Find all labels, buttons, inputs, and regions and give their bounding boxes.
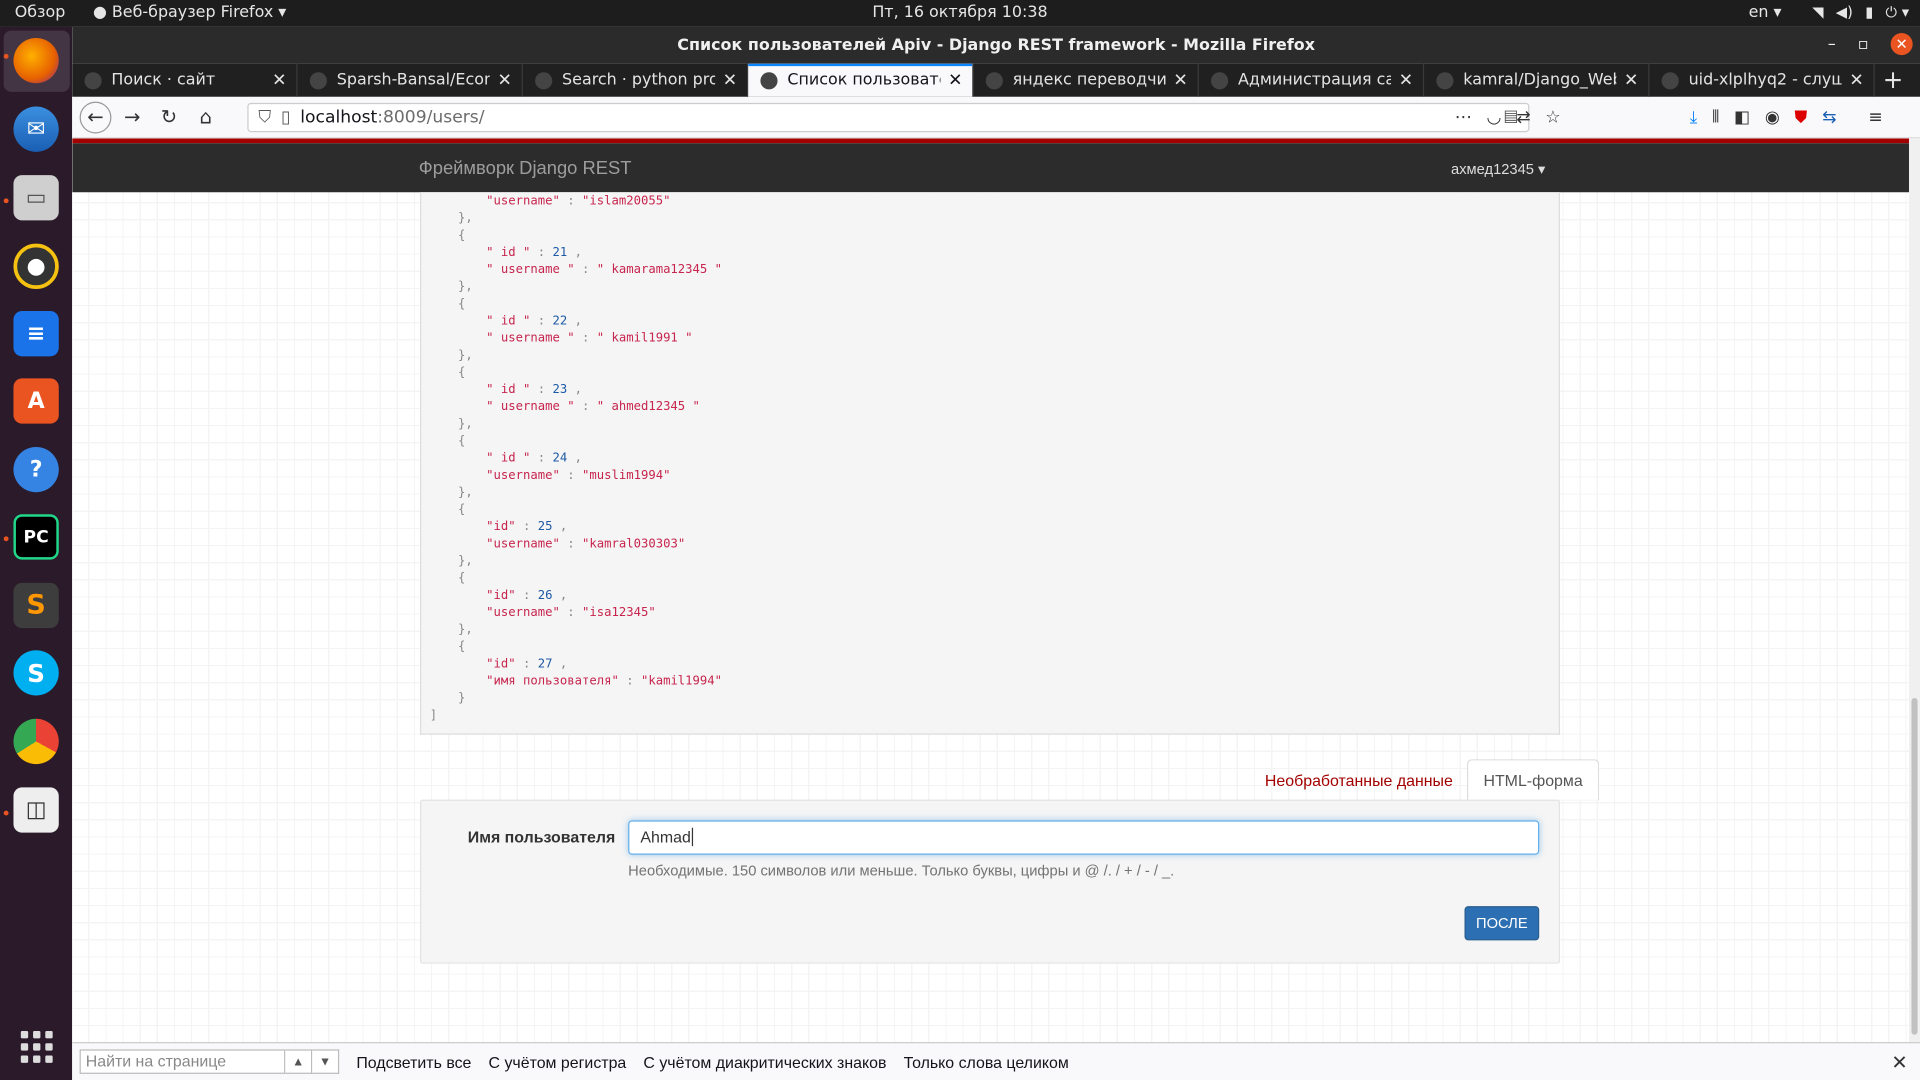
volume-icon: ◀) <box>1835 3 1853 21</box>
sidebar-icon[interactable]: ◧ <box>1734 108 1750 128</box>
sublime-text-icon[interactable]: S <box>13 582 59 629</box>
system-top-bar: Обзор ● Веб-браузер Firefox ▾ Пт, 16 окт… <box>0 0 1920 27</box>
wifi-icon: ◥ <box>1812 3 1824 21</box>
firefox-window: Список пользователей Apiv - Django REST … <box>72 26 1920 1080</box>
url-bar[interactable]: ⛉ ▯ localhost:8009/users/ ▤ <box>247 102 1530 133</box>
close-tab-icon[interactable]: ✕ <box>1624 70 1638 90</box>
downloads-icon[interactable]: ⤓ <box>1690 108 1698 128</box>
tab-3[interactable]: Список пользователей Apiv ✕ <box>748 63 974 97</box>
close-tab-icon[interactable]: ✕ <box>723 70 737 90</box>
pycharm-icon[interactable]: PC <box>13 514 59 560</box>
forward-button[interactable]: → <box>116 101 148 133</box>
close-tab-icon[interactable]: ✕ <box>1399 70 1413 90</box>
tab-favicon-icon <box>1661 71 1679 89</box>
url-path: :8009/users/ <box>377 107 485 128</box>
more-actions-icon[interactable]: ⋯ <box>1455 108 1472 128</box>
writer-icon[interactable]: ≡ <box>13 311 59 357</box>
close-tab-icon[interactable]: ✕ <box>272 70 286 90</box>
tab-favicon-icon <box>760 71 778 89</box>
running-indicator <box>3 198 9 204</box>
tab-title: Список пользователей Apiv <box>787 71 940 90</box>
tracking-shield-icon[interactable]: ⛉ <box>258 108 271 128</box>
firefox-icon[interactable] <box>13 37 59 84</box>
tab-title: Администрация сайта | Ад <box>1237 71 1391 90</box>
url-host: localhost <box>300 107 378 128</box>
tab-favicon-icon <box>985 71 1003 89</box>
thunderbird-icon[interactable]: ✉ <box>13 106 59 152</box>
help-icon[interactable]: ? <box>13 446 59 493</box>
tab-4[interactable]: яндекс переводчик — Я ✕ <box>973 63 1199 97</box>
page-actions: ⋯ ◡ ⇄ ☆ <box>1455 108 1561 128</box>
new-tab-button[interactable]: + <box>1875 64 1912 97</box>
bookmark-star-icon[interactable]: ☆ <box>1545 108 1560 128</box>
power-icon: ⏻ ▾ <box>1885 3 1910 21</box>
keyboard-layout[interactable]: en ▾ <box>1749 4 1782 22</box>
ublock-icon[interactable]: ⛊ <box>1795 108 1808 128</box>
keyboard-layout-label: en <box>1748 3 1769 23</box>
window-titlebar: Список пользователей Apiv - Django REST … <box>72 26 1920 64</box>
home-button[interactable]: ⌂ <box>190 101 222 133</box>
tab-0[interactable]: Поиск · сайт ✕ <box>72 63 298 97</box>
minimize-icon[interactable]: – <box>1828 35 1836 53</box>
tab-favicon-icon <box>1211 71 1229 89</box>
translate-icon[interactable]: ⇄ <box>1516 108 1530 128</box>
clock[interactable]: Пт, 16 октября 10:38 <box>0 4 1920 22</box>
close-tab-icon[interactable]: ✕ <box>948 70 962 90</box>
running-indicator <box>3 53 9 59</box>
skype-icon[interactable]: S <box>13 650 59 696</box>
toolbar-extensions: ⤓ ⫴ ◧ ◉ ⛊ ⇆ ≡ <box>1690 108 1883 128</box>
files-icon[interactable]: ▭ <box>13 175 59 221</box>
tab-title: Search · python project <box>562 71 715 90</box>
tab-strip: Поиск · сайт✕Sparsh-Bansal/Ecommerce✕Sea… <box>72 63 1920 97</box>
tab-favicon-icon <box>309 71 327 89</box>
tab-2[interactable]: Search · python project ✕ <box>523 63 749 97</box>
software-center-icon[interactable]: A <box>13 378 59 424</box>
window-title: Список пользователей Apiv - Django REST … <box>677 36 1315 55</box>
maximize-icon[interactable]: ▫ <box>1858 35 1869 53</box>
battery-icon: ▮ <box>1865 3 1874 21</box>
system-tray[interactable]: ◥ ◀) ▮ ⏻ ▾ <box>1812 4 1909 22</box>
pocket-icon[interactable]: ◡ <box>1487 108 1502 128</box>
show-applications-icon[interactable] <box>20 1031 53 1063</box>
close-tab-icon[interactable]: ✕ <box>1849 70 1863 90</box>
reload-button[interactable]: ↻ <box>153 101 185 133</box>
document-viewer-icon[interactable]: ◫ <box>13 787 59 833</box>
back-button[interactable]: ← <box>79 101 112 133</box>
page-info-icon[interactable]: ▯ <box>281 108 290 128</box>
tab-favicon-icon <box>535 71 553 89</box>
close-tab-icon[interactable]: ✕ <box>1173 70 1187 90</box>
menu-hamburger-icon[interactable]: ≡ <box>1868 108 1882 128</box>
tab-title: Sparsh-Bansal/Ecommerce <box>336 71 490 90</box>
tab-favicon-icon <box>1436 71 1454 89</box>
tab-1[interactable]: Sparsh-Bansal/Ecommerce ✕ <box>298 63 523 97</box>
tab-7[interactable]: uid-xlplhyq2 - слушать о ✕ <box>1649 63 1875 97</box>
chrome-icon[interactable] <box>13 718 59 765</box>
running-indicator <box>3 536 9 542</box>
close-tab-icon[interactable]: ✕ <box>497 70 511 90</box>
rhythmbox-icon[interactable]: ● <box>13 243 59 289</box>
tab-6[interactable]: kamral/Django_Web_Api ✕ <box>1424 63 1650 97</box>
tab-favicon-icon <box>84 71 102 89</box>
account-icon[interactable]: ◉ <box>1765 108 1780 128</box>
tab-title: kamral/Django_Web_Api <box>1463 71 1616 90</box>
translator-extension-icon[interactable]: ⇆ <box>1822 108 1836 128</box>
close-window-icon[interactable]: ✕ <box>1890 33 1913 56</box>
library-icon[interactable]: ⫴ <box>1712 108 1719 128</box>
tab-5[interactable]: Администрация сайта | Ад ✕ <box>1199 63 1425 97</box>
running-indicator <box>3 810 9 816</box>
tab-title: uid-xlplhyq2 - слушать о <box>1688 71 1842 90</box>
tab-title: яндекс переводчик — Я <box>1012 71 1167 90</box>
tab-title: Поиск · сайт <box>111 71 216 90</box>
dock: ✉ ▭ ● ≡ A ? PC S S ◫ <box>0 26 73 1080</box>
